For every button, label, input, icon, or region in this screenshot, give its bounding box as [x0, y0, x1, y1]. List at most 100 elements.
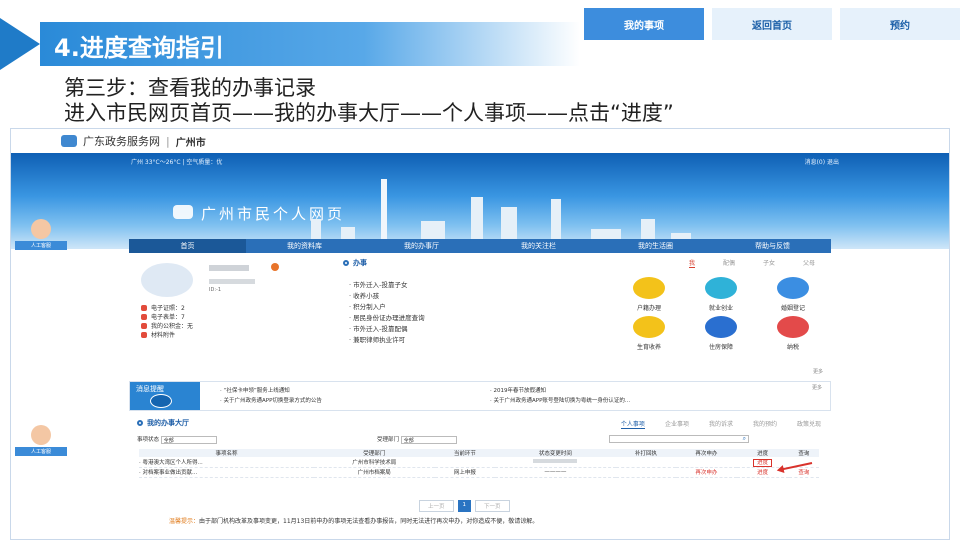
- tab-appointments[interactable]: 我的预约: [753, 419, 777, 429]
- progress-link[interactable]: 进度: [753, 458, 773, 467]
- divider: |: [166, 134, 170, 148]
- next-page-button[interactable]: 下一页: [475, 500, 510, 512]
- service-housing[interactable]: 住房保障: [685, 316, 757, 351]
- status-filter: 事项状态 全部: [137, 435, 217, 444]
- receipt-cell: [615, 467, 677, 478]
- stat-row[interactable]: 电子表单：7: [141, 312, 193, 321]
- main-nav-library[interactable]: 我的资料库: [246, 239, 363, 253]
- city-name[interactable]: 广州市: [176, 134, 206, 149]
- receipt-cell: [615, 457, 677, 468]
- form-icon: [141, 313, 147, 320]
- column-header: 补打回执: [615, 449, 677, 457]
- notice-item[interactable]: · 2019年春节放假通知: [490, 386, 760, 394]
- stat-row[interactable]: 我的公积金：无: [141, 321, 193, 330]
- tab-appeals[interactable]: 我的诉求: [709, 419, 733, 429]
- notice-item[interactable]: · 关于广州政务通APP切换登录方式的公告: [220, 396, 490, 404]
- tab-personal[interactable]: 个人事项: [620, 419, 645, 429]
- list-item[interactable]: · 居民身份证办理进度查询: [349, 312, 425, 323]
- subtab-children[interactable]: 子女: [763, 258, 775, 268]
- main-nav-follow[interactable]: 我的关注栏: [480, 239, 597, 253]
- pagination: 上一页 1 下一页: [419, 500, 510, 512]
- services-more-link[interactable]: 更多: [813, 368, 823, 375]
- main-nav: 首页 我的资料库 我的办事厅 我的关注栏 我的生活圈 帮助与反馈: [129, 239, 831, 253]
- portal-banner: 广州 33°C～26°C | 空气质量：优 消息(0) 退出 广州市民个人网页: [11, 153, 949, 249]
- list-item[interactable]: · 兼职律师执业许可: [349, 334, 425, 345]
- main-nav-hall[interactable]: 我的办事厅: [363, 239, 480, 253]
- car-icon: [633, 277, 665, 299]
- services-subtabs: 我 配偶 子女 父母: [688, 258, 815, 268]
- subtab-me[interactable]: 我: [688, 258, 695, 268]
- list-item[interactable]: · 市外迁入-投靠配偶: [349, 323, 425, 334]
- vip-badge-icon: [271, 263, 279, 271]
- dept-filter-label: 受理部门: [377, 437, 400, 443]
- notice-item[interactable]: · “社保卡申领”服务上线通知: [220, 386, 490, 394]
- main-nav-home[interactable]: 首页: [129, 239, 246, 253]
- notice-item[interactable]: · 关于广州政务通APP账号登陆切换为粤统一身份认证的...: [490, 396, 760, 404]
- service-household[interactable]: 户籍办理: [613, 277, 685, 312]
- main-nav-help[interactable]: 帮助与反馈: [714, 239, 831, 253]
- user-name-redacted: [209, 265, 249, 271]
- compass-icon: [150, 394, 172, 408]
- query-link[interactable]: 查询: [788, 467, 819, 478]
- site-logo-icon: [61, 135, 77, 147]
- service-marriage[interactable]: 婚姻登记: [757, 277, 829, 312]
- customer-service-label: 人工客服: [15, 241, 67, 250]
- reapply-link[interactable]: 再次申办: [676, 467, 737, 478]
- weather-line: 广州 33°C～26°C | 空气质量：优: [131, 159, 223, 166]
- service-employment[interactable]: 就业创业: [685, 277, 757, 312]
- main-nav-life[interactable]: 我的生活圈: [597, 239, 714, 253]
- subtab-spouse[interactable]: 配偶: [723, 258, 735, 268]
- stat-row[interactable]: 电子证照：2: [141, 303, 193, 312]
- service-icon-label: 生育收养: [636, 344, 661, 351]
- search-icon[interactable]: ⌕: [743, 435, 746, 443]
- nav-appointment[interactable]: 预约: [840, 8, 960, 40]
- service-list: · 市外迁入-投靠子女 · 收养小孩 · 积分制入户 · 居民身份证办理进度查询…: [349, 279, 425, 345]
- notice-item-text: 关于广州政务通APP切换登录方式的公告: [223, 398, 322, 404]
- city-skyline-image: [271, 169, 711, 249]
- section-marker-icon: [137, 420, 143, 426]
- prev-page-button[interactable]: 上一页: [419, 500, 454, 512]
- section-marker-icon: [343, 260, 349, 266]
- subtab-parents[interactable]: 父母: [803, 258, 815, 268]
- user-links[interactable]: 消息(0) 退出: [805, 157, 839, 166]
- notice-tag: 消息提醒: [130, 382, 200, 410]
- tab-policy[interactable]: 政策兑现: [797, 419, 821, 429]
- account-redacted: [209, 279, 255, 284]
- notice-more-link[interactable]: 更多: [812, 384, 822, 391]
- list-item[interactable]: · 收养小孩: [349, 290, 425, 301]
- customer-service-label: 人工客服: [15, 447, 67, 456]
- customer-service-button[interactable]: 人工客服: [15, 423, 67, 463]
- list-item[interactable]: · 积分制入户: [349, 301, 425, 312]
- service-item-label: 市外迁入-投靠配偶: [353, 325, 408, 333]
- column-header: 事项名称: [139, 449, 314, 457]
- notice-list: · “社保卡申领”服务上线通知 · 2019年春节放假通知 · 关于广州政务通A…: [220, 386, 760, 404]
- nav-back-home[interactable]: 返回首页: [712, 8, 832, 40]
- column-header: 查询: [788, 449, 819, 457]
- service-icon-label: 住房保障: [708, 344, 733, 351]
- slide-nav: 我的事项 返回首页 预约: [584, 8, 960, 40]
- hall-tabs: 个人事项 企业事项 我的诉求 我的预约 政策兑现: [620, 419, 821, 429]
- tab-enterprise[interactable]: 企业事项: [665, 419, 689, 429]
- service-item-label: 兼职律师执业许可: [353, 336, 406, 344]
- notice-label: 消息提醒: [136, 385, 164, 393]
- service-birth[interactable]: 生育收养: [613, 316, 685, 351]
- status-select[interactable]: 全部: [160, 435, 217, 444]
- license-icon: [141, 304, 147, 311]
- my-hall-panel: 我的办事大厅 个人事项 企业事项 我的诉求 我的预约 政策兑现 事项状态 全部 …: [129, 417, 831, 539]
- nav-my-items[interactable]: 我的事项: [584, 8, 704, 40]
- page-number[interactable]: 1: [457, 500, 472, 512]
- service-tax[interactable]: 纳税: [757, 316, 829, 351]
- services-title: 办事: [353, 259, 367, 267]
- customer-service-button[interactable]: 人工客服: [15, 217, 67, 257]
- dept-select[interactable]: 全部: [400, 435, 457, 444]
- agent-avatar-icon: [31, 425, 51, 445]
- item-name-cell[interactable]: · 对档案事业做出贡献...: [139, 467, 314, 478]
- search-input[interactable]: ⌕: [609, 435, 749, 443]
- site-name[interactable]: 广东政务服务网: [83, 133, 160, 149]
- stat-row[interactable]: 材料附件: [141, 330, 193, 339]
- item-name-cell[interactable]: · 粤港澳大湾区个人所得...: [139, 457, 314, 468]
- column-header: 受理部门: [313, 449, 435, 457]
- list-item[interactable]: · 市外迁入-投靠子女: [349, 279, 425, 290]
- slide-arrow-icon: [0, 18, 40, 70]
- hall-filters: 事项状态 全部 受理部门 全部 ⌕: [133, 435, 827, 445]
